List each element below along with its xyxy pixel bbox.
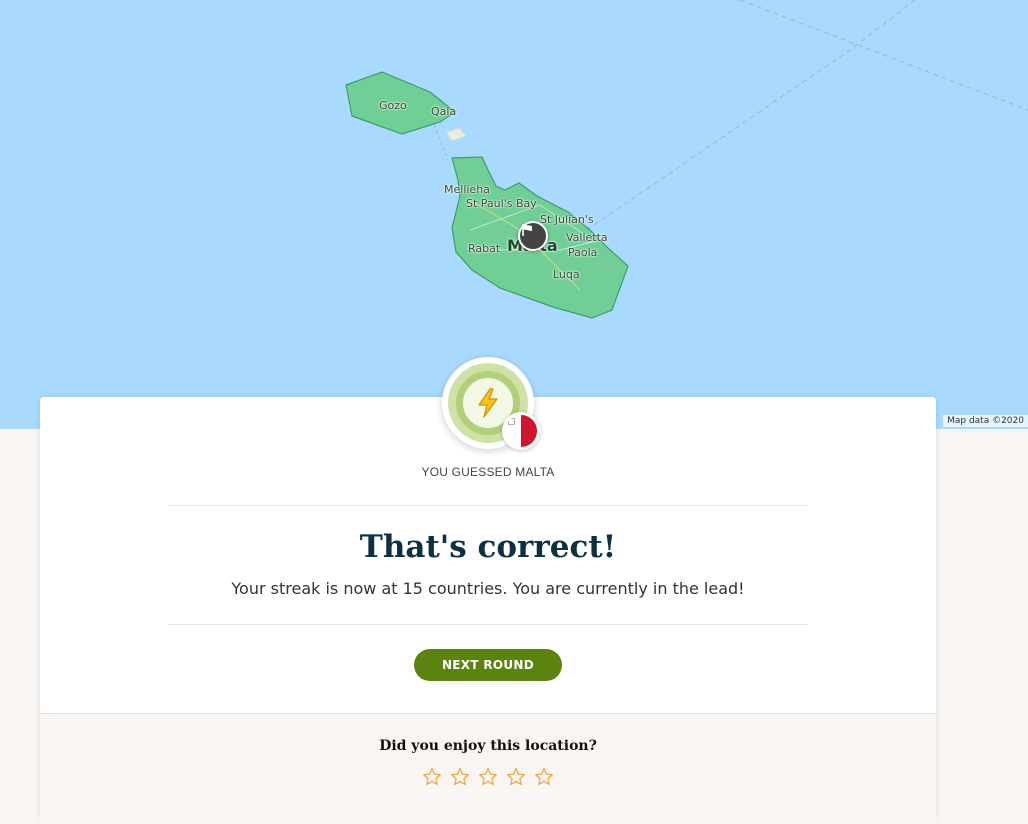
map-attribution: Map data ©2020 [943,415,1028,427]
star-rating [40,766,936,788]
divider-bottom [168,624,808,625]
flag-white-half [505,415,521,447]
rating-question: Did you enjoy this location? [379,738,597,754]
flag-icon [522,224,532,236]
result-subtitle: Your streak is now at 15 countries. You … [231,579,745,598]
map-label-valletta: Valletta [566,231,608,244]
malta-flag-icon [505,415,537,447]
result-title: That's correct! [359,529,617,565]
map-label-rabat: Rabat [468,242,501,255]
map-label-qala: Qala [431,105,457,118]
map-label-gozo: Gozo [379,99,407,112]
map-label-st-pauls-bay: St Paul's Bay [466,197,537,210]
rating-section: Did you enjoy this location? [40,713,936,824]
map-label-paola: Paola [568,246,598,259]
lightning-icon [478,388,498,418]
star-icon-4[interactable] [505,766,527,788]
guess-marker[interactable] [518,221,548,251]
george-cross-icon [508,418,515,425]
map-label-st-julians: St Julian's [540,213,594,226]
guessed-country-text: YOU GUESSED MALTA [421,465,555,479]
country-flag [502,412,540,450]
star-icon-1[interactable] [421,766,443,788]
star-icon-2[interactable] [449,766,471,788]
star-icon-5[interactable] [533,766,555,788]
result-panel: YOU GUESSED MALTA That's correct! Your s… [40,357,936,824]
star-icon-3[interactable] [477,766,499,788]
divider-top [168,505,808,506]
map-label-mellieha: Mellieha [444,183,490,196]
map-label-luqa: Luqa [553,268,580,281]
next-round-button[interactable]: NEXT ROUND [414,649,562,681]
flag-red-half [521,415,537,447]
